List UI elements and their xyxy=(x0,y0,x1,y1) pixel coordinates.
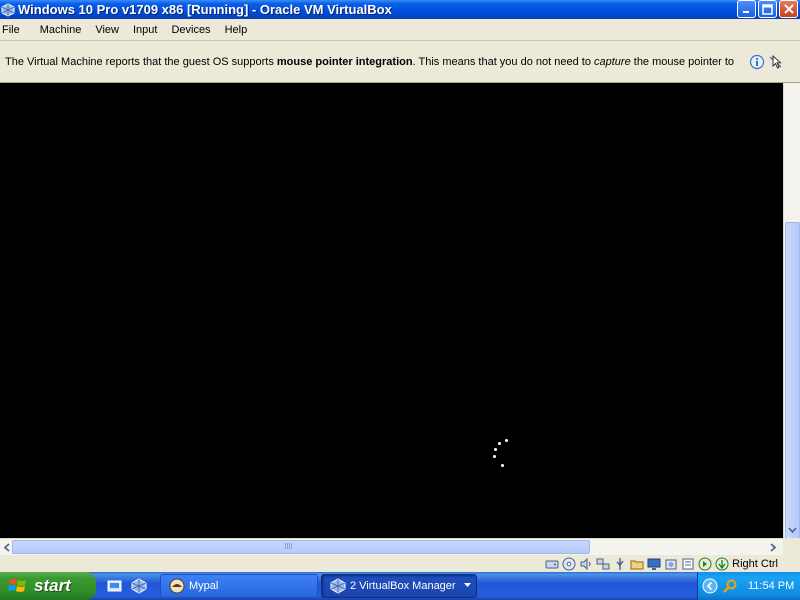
optical-drive-icon[interactable] xyxy=(561,556,576,571)
menu-devices[interactable]: Devices xyxy=(165,24,218,36)
audio-icon[interactable] xyxy=(578,556,593,571)
network-icon[interactable] xyxy=(595,556,610,571)
mypal-icon xyxy=(169,578,185,594)
hard-disk-icon[interactable] xyxy=(544,556,559,571)
close-button[interactable] xyxy=(779,0,798,18)
vt-x-icon[interactable] xyxy=(680,556,695,571)
virtualbox-icon xyxy=(1,2,15,17)
video-capture-icon[interactable] xyxy=(663,556,678,571)
menu-help[interactable]: Help xyxy=(219,24,256,36)
taskbar-button-label: 2 VirtualBox Manager xyxy=(350,580,456,592)
chevron-left-icon[interactable] xyxy=(702,578,718,594)
vm-display[interactable] xyxy=(0,83,783,538)
notice-bold-text: mouse pointer integration xyxy=(276,55,413,68)
taskbar-button-mypal[interactable]: Mypal xyxy=(160,574,318,598)
clock: 11:54 PM xyxy=(748,580,795,592)
notice-text-part: The Virtual Machine reports that the gue… xyxy=(5,55,277,68)
scroll-down-button[interactable] xyxy=(785,522,800,537)
window-title: Windows 10 Pro v1709 x86 [Running] - Ora… xyxy=(18,2,392,17)
display-icon[interactable] xyxy=(646,556,661,571)
chevron-down-icon xyxy=(788,526,797,533)
scroll-right-button[interactable] xyxy=(766,540,780,554)
search-icon[interactable] xyxy=(722,578,738,594)
close-icon xyxy=(783,4,794,14)
taskbar-button-label: Mypal xyxy=(189,580,219,592)
notice-italic-text: capture xyxy=(594,55,631,68)
usb-icon[interactable] xyxy=(612,556,627,571)
maximize-button[interactable] xyxy=(758,0,777,18)
menu-file[interactable]: File xyxy=(0,24,28,36)
info-icon[interactable] xyxy=(748,53,765,70)
menu-view[interactable]: View xyxy=(89,24,127,36)
vm-status-bar: Right Ctrl xyxy=(0,555,800,572)
chevron-down-icon xyxy=(464,583,471,587)
taskbar-button-virtualbox-manager[interactable]: 2 VirtualBox Manager xyxy=(321,574,477,598)
chevron-right-icon xyxy=(770,542,776,552)
chevron-left-icon xyxy=(4,542,10,552)
system-tray: 11:54 PM xyxy=(697,572,800,600)
maximize-icon xyxy=(762,3,773,15)
minimize-icon xyxy=(742,11,749,13)
mouse-integration-icon[interactable] xyxy=(697,556,712,571)
notice-text-part: the mouse pointer to xyxy=(630,55,735,68)
scroll-grip xyxy=(285,543,293,549)
notice-message: The Virtual Machine reports that the gue… xyxy=(0,56,742,68)
virtualbox-icon xyxy=(330,578,346,594)
menu-bar: File Machine View Input Devices Help xyxy=(0,19,800,40)
menu-machine[interactable]: Machine xyxy=(28,24,90,36)
start-button[interactable]: start xyxy=(0,572,96,600)
shared-folders-icon[interactable] xyxy=(629,556,644,571)
keyboard-icon[interactable] xyxy=(714,556,729,571)
start-label: start xyxy=(34,576,71,595)
loading-spinner xyxy=(489,437,513,471)
mouse-integration-notice: The Virtual Machine reports that the gue… xyxy=(0,40,800,83)
horizontal-scrollbar[interactable] xyxy=(0,538,783,555)
taskbar: start Mypal 2 VirtualBox Manager 11:54 P… xyxy=(0,572,800,600)
notice-text-part: . This means that you do not need to xyxy=(412,55,594,68)
minimize-button[interactable] xyxy=(737,0,756,18)
mouse-integration-icon[interactable] xyxy=(767,53,784,70)
virtualbox-icon[interactable] xyxy=(130,577,148,595)
menu-input[interactable]: Input xyxy=(127,24,165,36)
show-desktop-icon[interactable] xyxy=(106,577,124,595)
horizontal-scroll-thumb[interactable] xyxy=(12,540,590,554)
title-bar[interactable]: Windows 10 Pro v1709 x86 [Running] - Ora… xyxy=(0,0,800,19)
scrollbar-corner xyxy=(783,538,800,555)
host-key-label: Right Ctrl xyxy=(732,557,778,570)
windows-logo-icon xyxy=(8,579,26,592)
quick-launch xyxy=(106,577,148,595)
vertical-scrollbar[interactable] xyxy=(783,83,800,600)
